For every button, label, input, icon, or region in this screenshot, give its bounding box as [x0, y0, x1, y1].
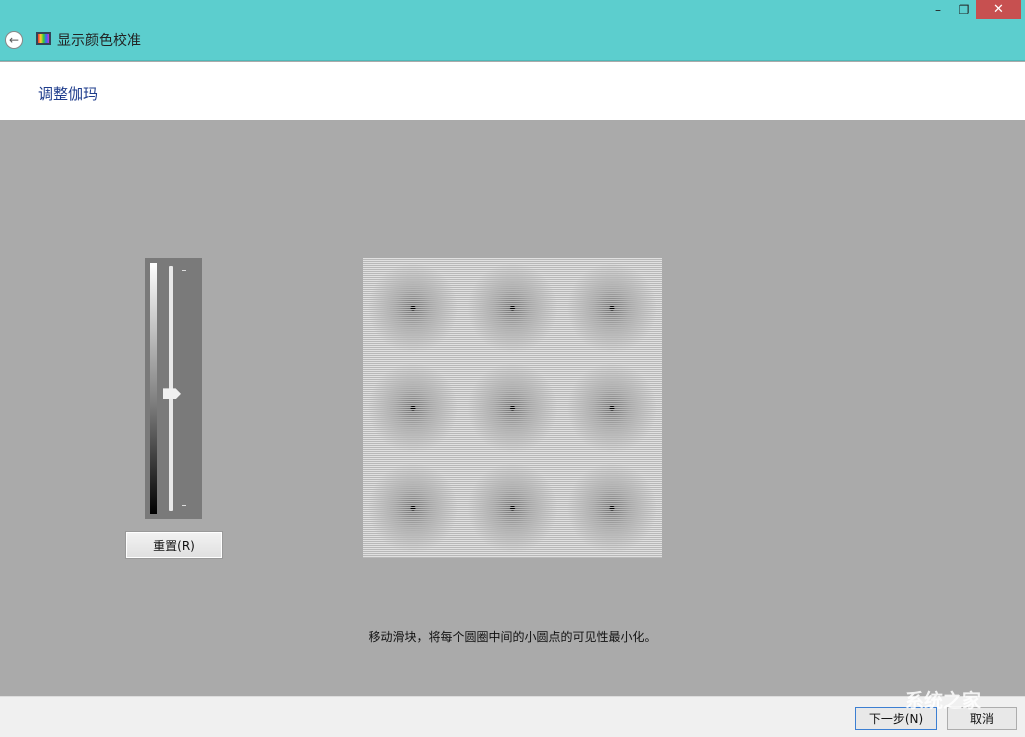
page-header: 调整伽玛	[0, 62, 1025, 120]
slider-tick-bottom	[182, 505, 186, 506]
close-button[interactable]: ✕	[976, 0, 1021, 19]
display-color-icon	[36, 32, 51, 45]
watermark: 系统之家	[905, 686, 981, 713]
gamma-slider-thumb[interactable]	[163, 388, 181, 399]
gamma-circle	[363, 358, 463, 458]
gamma-test-pattern	[363, 258, 662, 558]
gamma-circle	[463, 358, 563, 458]
instruction-text: 移动滑块，将每个圆圈中间的小圆点的可见性最小化。	[0, 628, 1025, 645]
maximize-button[interactable]: ❐	[951, 0, 977, 19]
gamma-circle	[562, 458, 662, 558]
gamma-circle	[562, 358, 662, 458]
slider-tick-top	[182, 270, 186, 271]
window-title: 显示颜色校准	[57, 30, 141, 50]
reset-button[interactable]: 重置(R)	[126, 532, 222, 558]
back-arrow-icon: ←	[9, 33, 19, 47]
page-title: 调整伽玛	[38, 83, 98, 104]
footer: 下一步(N) 取消	[0, 696, 1025, 737]
gamma-slider-panel	[145, 258, 202, 519]
gamma-circle	[363, 458, 463, 558]
title-bar: – ❐ ✕ ← 显示颜色校准	[0, 0, 1025, 61]
gamma-circle	[463, 258, 563, 358]
gamma-circle	[562, 258, 662, 358]
gray-ramp	[150, 263, 157, 514]
minimize-button[interactable]: –	[925, 0, 951, 19]
gamma-circle	[363, 258, 463, 358]
gamma-circle	[463, 458, 563, 558]
back-button[interactable]: ←	[5, 31, 23, 49]
